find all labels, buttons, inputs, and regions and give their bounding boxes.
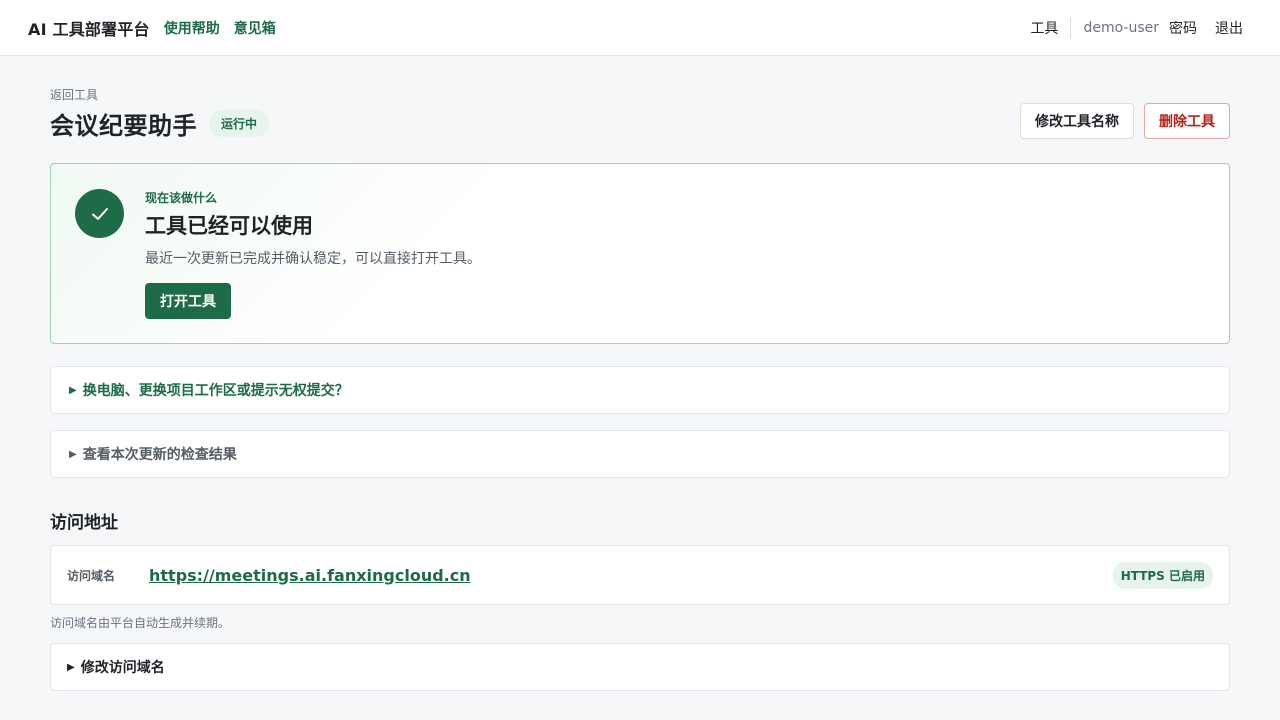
top-navbar: AI 工具部署平台 使用帮助 意见箱 工具 demo-user 密码 退出 [0, 0, 1280, 56]
disclosure-label: 查看本次更新的检查结果 [82, 447, 237, 463]
username: demo-user [1083, 19, 1159, 36]
access-section-title: 访问地址 [50, 513, 118, 533]
next-step-title: 工具已经可以使用 [145, 214, 313, 238]
nav-feedback-link[interactable]: 意见箱 [234, 18, 276, 38]
page-header: 会议纪要助手 运行中 [50, 106, 270, 141]
status-badge: 运行中 [209, 110, 270, 137]
open-tool-button[interactable]: 打开工具 [145, 283, 231, 319]
rename-tool-button[interactable]: 修改工具名称 [1020, 103, 1134, 139]
tools-link[interactable]: 工具 [1030, 17, 1072, 38]
navbar-right: 工具 demo-user 密码 退出 [1030, 17, 1243, 38]
domain-note: 访问域名由平台自动生成并续期。 [50, 616, 231, 630]
nav-help-link[interactable]: 使用帮助 [164, 18, 220, 38]
disclosure-label: 修改访问域名 [80, 660, 165, 676]
check-circle-icon [75, 189, 124, 238]
header-actions: 修改工具名称 删除工具 [1020, 103, 1230, 139]
disclosure-label: 换电脑、更换项目工作区或提示无权提交？ [82, 383, 349, 399]
next-step-description: 最近一次更新已完成并确认稳定，可以直接打开工具。 [145, 251, 481, 267]
delete-tool-button[interactable]: 删除工具 [1144, 103, 1230, 139]
back-to-tools-link[interactable]: 返回工具 [50, 86, 98, 103]
check-results-disclosure[interactable]: ▶ 查看本次更新的检查结果 [50, 430, 1230, 478]
triangle-right-icon: ▶ [69, 384, 77, 396]
https-badge: HTTPS 已启用 [1112, 561, 1213, 589]
triangle-right-icon: ▶ [69, 448, 77, 460]
logout-link[interactable]: 退出 [1215, 18, 1243, 38]
triangle-right-icon: ▶ [67, 661, 75, 673]
next-step-card: 现在该做什么 工具已经可以使用 最近一次更新已完成并确认稳定，可以直接打开工具。… [50, 163, 1230, 344]
workspace-help-disclosure[interactable]: ▶ 换电脑、更换项目工作区或提示无权提交？ [50, 366, 1230, 414]
next-step-eyebrow: 现在该做什么 [145, 191, 218, 205]
password-link[interactable]: 密码 [1169, 18, 1197, 38]
edit-domain-disclosure[interactable]: ▶ 修改访问域名 [50, 643, 1230, 691]
navbar-left: AI 工具部署平台 使用帮助 意见箱 [28, 16, 290, 40]
page-title: 会议纪要助手 [50, 112, 197, 140]
domain-url-link[interactable]: https://meetings.ai.fanxingcloud.cn [149, 566, 1113, 585]
domain-card: 访问域名 https://meetings.ai.fanxingcloud.cn… [50, 545, 1230, 605]
domain-label: 访问域名 [67, 568, 116, 583]
brand-logo-text[interactable]: AI 工具部署平台 [28, 16, 150, 40]
